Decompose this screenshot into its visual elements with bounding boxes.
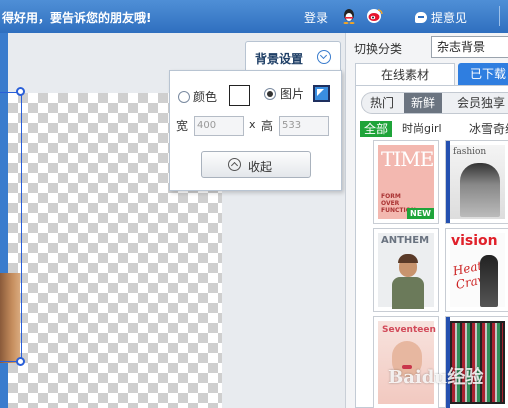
- background-settings-panel: 颜色 图片 宽 400 x 高 533 收起: [169, 70, 342, 191]
- thumbnail-collage[interactable]: [445, 316, 508, 408]
- collapse-button[interactable]: 收起: [201, 151, 311, 178]
- speech-bubble-icon: [415, 12, 427, 23]
- color-option-label: 颜色: [193, 90, 218, 104]
- height-label: 高: [261, 119, 274, 133]
- promo-text: 得好用，要告诉您的朋友哦!: [2, 11, 152, 25]
- thumbnail-anthem[interactable]: ANTHEM: [373, 228, 439, 312]
- thumbnail-seventeen[interactable]: Seventeen: [373, 316, 439, 408]
- category-select[interactable]: 杂志背景: [431, 36, 508, 58]
- resize-handle-top-right[interactable]: [16, 87, 25, 96]
- divider: [499, 6, 500, 26]
- cover-title: vision: [451, 233, 498, 249]
- filter-hot[interactable]: 热门: [362, 93, 402, 113]
- color-swatch[interactable]: [229, 85, 250, 106]
- chevron-down-icon[interactable]: [317, 50, 331, 64]
- new-badge: NEW: [407, 208, 434, 219]
- material-list: 热门 新鲜 会员独享 全部 时尚girl 冰雪奇缘 TIME FORM OVER…: [355, 85, 508, 408]
- login-link[interactable]: 登录: [304, 9, 328, 26]
- thumbnail-time[interactable]: TIME FORM OVER FUNCTION NEW: [373, 140, 439, 224]
- material-tabs: 在线素材 已下载: [355, 63, 508, 85]
- color-radio[interactable]: [178, 91, 190, 103]
- material-panel: 切换分类 杂志背景 在线素材 已下载 热门 新鲜 会员独享 全部 时尚girl …: [345, 33, 508, 408]
- filter-pills: 热门 新鲜 会员独享: [361, 92, 508, 114]
- cover-figure-body: [392, 277, 424, 309]
- filter-members[interactable]: 会员独享: [446, 93, 508, 113]
- qq-penguin-icon[interactable]: [342, 8, 356, 24]
- tab-downloaded[interactable]: 已下载: [458, 63, 508, 85]
- category-all[interactable]: 全部: [360, 121, 392, 137]
- time-magazine-cover: TIME FORM OVER FUNCTION NEW: [378, 145, 434, 219]
- watermark: Baidu经验: [388, 367, 484, 388]
- selection-box[interactable]: [0, 92, 22, 362]
- times-symbol: x: [249, 118, 256, 131]
- anthem-magazine-cover: ANTHEM: [378, 233, 434, 309]
- top-bar: 得好用，要告诉您的朋友哦! 登录 提意见: [0, 0, 508, 33]
- chevron-up-icon: [228, 158, 241, 171]
- cover-figure-hair: [398, 254, 418, 263]
- feedback-link[interactable]: 提意见: [415, 9, 467, 26]
- cover-figure: [460, 163, 500, 217]
- tab-online-materials[interactable]: 在线素材: [355, 63, 455, 85]
- background-settings-label: 背景设置: [255, 52, 304, 66]
- cover-title: TIME: [381, 147, 434, 171]
- image-radio[interactable]: [264, 88, 276, 100]
- filter-new[interactable]: 新鲜: [404, 93, 442, 113]
- cover-title: Seventeen: [382, 325, 436, 335]
- cover-figure: [480, 255, 498, 307]
- cover-title: fashion: [453, 147, 487, 157]
- category-frozen[interactable]: 冰雪奇缘: [469, 121, 508, 137]
- resize-handle-bottom-right[interactable]: [16, 357, 25, 366]
- background-settings-tab[interactable]: 背景设置: [245, 41, 341, 71]
- collapse-label: 收起: [248, 160, 273, 174]
- thumbnail-fashion[interactable]: fashion: [445, 140, 508, 224]
- width-input[interactable]: 400: [194, 116, 244, 136]
- fashion-magazine-cover: fashion: [450, 145, 505, 219]
- height-input[interactable]: 533: [279, 116, 329, 136]
- width-label: 宽: [176, 119, 189, 133]
- cover-title: ANTHEM: [381, 235, 430, 246]
- weibo-icon[interactable]: [366, 7, 383, 24]
- switch-category-label: 切换分类: [354, 42, 403, 56]
- vision-magazine-cover: vision Heat Crave: [450, 233, 505, 307]
- image-option-label: 图片: [280, 87, 305, 101]
- selected-edge: [446, 141, 450, 223]
- image-picker-icon[interactable]: [313, 85, 330, 102]
- feedback-label: 提意见: [431, 11, 468, 25]
- thumbnail-vision[interactable]: vision Heat Crave: [445, 228, 508, 312]
- category-fashion-girl[interactable]: 时尚girl: [402, 121, 442, 137]
